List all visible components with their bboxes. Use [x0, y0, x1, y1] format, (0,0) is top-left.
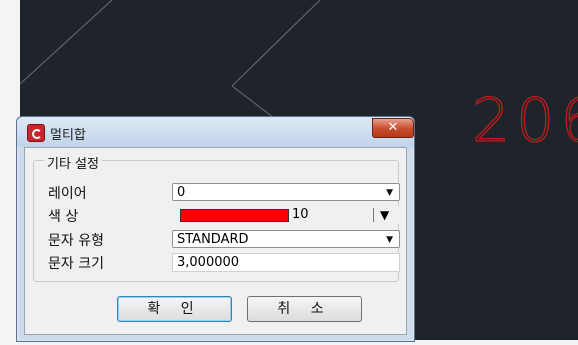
chevron-down-icon[interactable]: ▼: [380, 206, 389, 224]
cad-line: [20, 0, 113, 85]
cad-text-entity[interactable]: 206: [471, 85, 578, 156]
text-size-label: 문자 크기: [48, 256, 104, 272]
chevron-down-icon: ▼: [386, 188, 393, 198]
cancel-button[interactable]: 취 소: [247, 296, 362, 322]
close-button[interactable]: ✕: [372, 118, 414, 138]
divider: [373, 208, 374, 222]
dialog-client-area: 기타 설정 레이어 0 ▼ 색 상 10 ▼ 문자 유형 STANDARD ▼ …: [24, 147, 407, 335]
chevron-down-icon: ▼: [386, 235, 393, 245]
text-style-dropdown[interactable]: STANDARD ▼: [172, 230, 400, 248]
dialog-titlebar[interactable]: 멀티합 ✕: [17, 117, 414, 147]
cad-line: [231, 0, 321, 87]
text-size-input[interactable]: 3,000000: [172, 253, 400, 272]
color-dropdown[interactable]: 10 ▼: [172, 206, 400, 224]
group-title: 기타 설정: [44, 153, 102, 172]
color-label: 색 상: [48, 209, 79, 225]
text-style-value: STANDARD: [177, 232, 249, 247]
layer-dropdown[interactable]: 0 ▼: [172, 183, 400, 201]
app-icon: [27, 124, 45, 142]
dialog-title: 멀티합: [50, 128, 86, 143]
color-value: 10: [292, 207, 309, 222]
layer-label: 레이어: [48, 186, 87, 202]
ok-button[interactable]: 확 인: [117, 296, 232, 322]
color-swatch: [180, 209, 289, 222]
layer-value: 0: [177, 185, 186, 200]
multi-text-dialog: 멀티합 ✕ 기타 설정 레이어 0 ▼ 색 상 10 ▼ 문자 유형 STAND…: [16, 116, 415, 342]
text-style-label: 문자 유형: [48, 233, 104, 249]
